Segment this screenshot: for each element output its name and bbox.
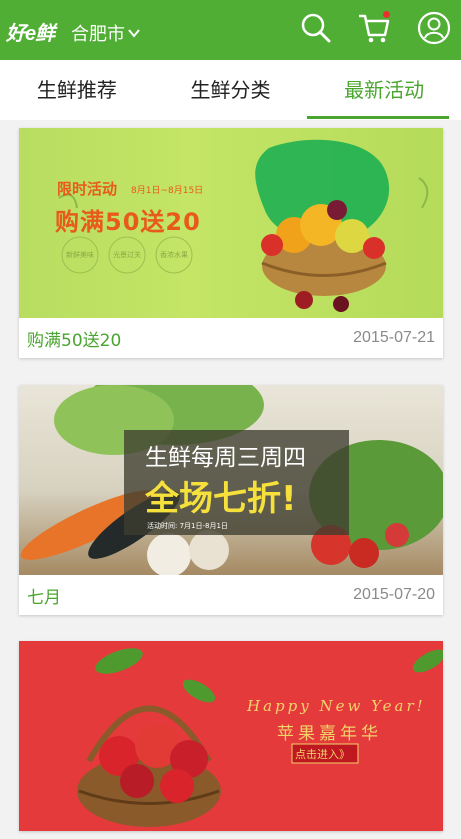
activity-meta: 购满50送20 2015-07-21 [19, 318, 443, 358]
banner-note: 活动时间: 7月1日-8月1日 [147, 522, 228, 530]
tab-category[interactable]: 生鲜分类 [154, 60, 308, 120]
tab-bar: 生鲜推荐 生鲜分类 最新活动 [0, 60, 461, 120]
search-button[interactable] [296, 10, 336, 50]
activity-card[interactable]: Happy New Year! 苹果嘉年华 点击进入》 [19, 641, 443, 831]
chevron-down-icon [127, 23, 141, 44]
banner-headline: 生鲜每周三周四 [145, 445, 306, 471]
profile-button[interactable] [414, 10, 454, 50]
cart-badge [383, 11, 390, 18]
activity-banner[interactable]: Happy New Year! 苹果嘉年华 点击进入》 [19, 641, 443, 831]
banner-promo: 全场七折! [145, 479, 297, 519]
activity-date: 2015-07-20 [353, 586, 435, 603]
banner-dates: 8月1日~8月15日 [131, 186, 204, 196]
activity-title[interactable]: 购满50送20 [27, 326, 121, 351]
activity-card[interactable]: 生鲜每周三周四 全场七折! 活动时间: 7月1日-8月1日 七月 2015-07… [19, 385, 443, 615]
banner-badge: 新鲜美味 [66, 251, 94, 259]
search-icon [300, 12, 332, 48]
tab-latest-activities[interactable]: 最新活动 [307, 60, 461, 120]
activity-meta: 七月 2015-07-20 [19, 575, 443, 615]
activity-title[interactable]: 七月 [27, 583, 61, 608]
city-label: 合肥市 [71, 24, 125, 45]
activity-banner[interactable]: 生鲜每周三周四 全场七折! 活动时间: 7月1日-8月1日 [19, 385, 443, 575]
activity-banner[interactable]: 限时活动 8月1日~8月15日 购满50送20 新鲜美味 光景过关 香浓水果 [19, 128, 443, 318]
banner-cta-button[interactable]: 点击进入》 [295, 746, 350, 762]
banner-headline: Happy New Year! [247, 697, 426, 715]
user-icon [417, 11, 451, 49]
banner-promo: 购满50送20 [55, 208, 201, 236]
banner-headline: 限时活动 [57, 180, 118, 198]
banner-badge: 香浓水果 [160, 251, 188, 259]
city-selector[interactable]: 合肥市 [71, 20, 141, 46]
cart-button[interactable] [354, 10, 394, 50]
app-logo[interactable]: 好e鲜 [6, 17, 55, 46]
banner-badge: 光景过关 [113, 251, 141, 259]
activity-card[interactable]: 限时活动 8月1日~8月15日 购满50送20 新鲜美味 光景过关 香浓水果 购… [19, 128, 443, 358]
tab-recommend[interactable]: 生鲜推荐 [0, 60, 154, 120]
activity-date: 2015-07-21 [353, 329, 435, 346]
banner-promo: 苹果嘉年华 [277, 724, 382, 744]
app-bar: 好e鲜 合肥市 [0, 0, 461, 60]
